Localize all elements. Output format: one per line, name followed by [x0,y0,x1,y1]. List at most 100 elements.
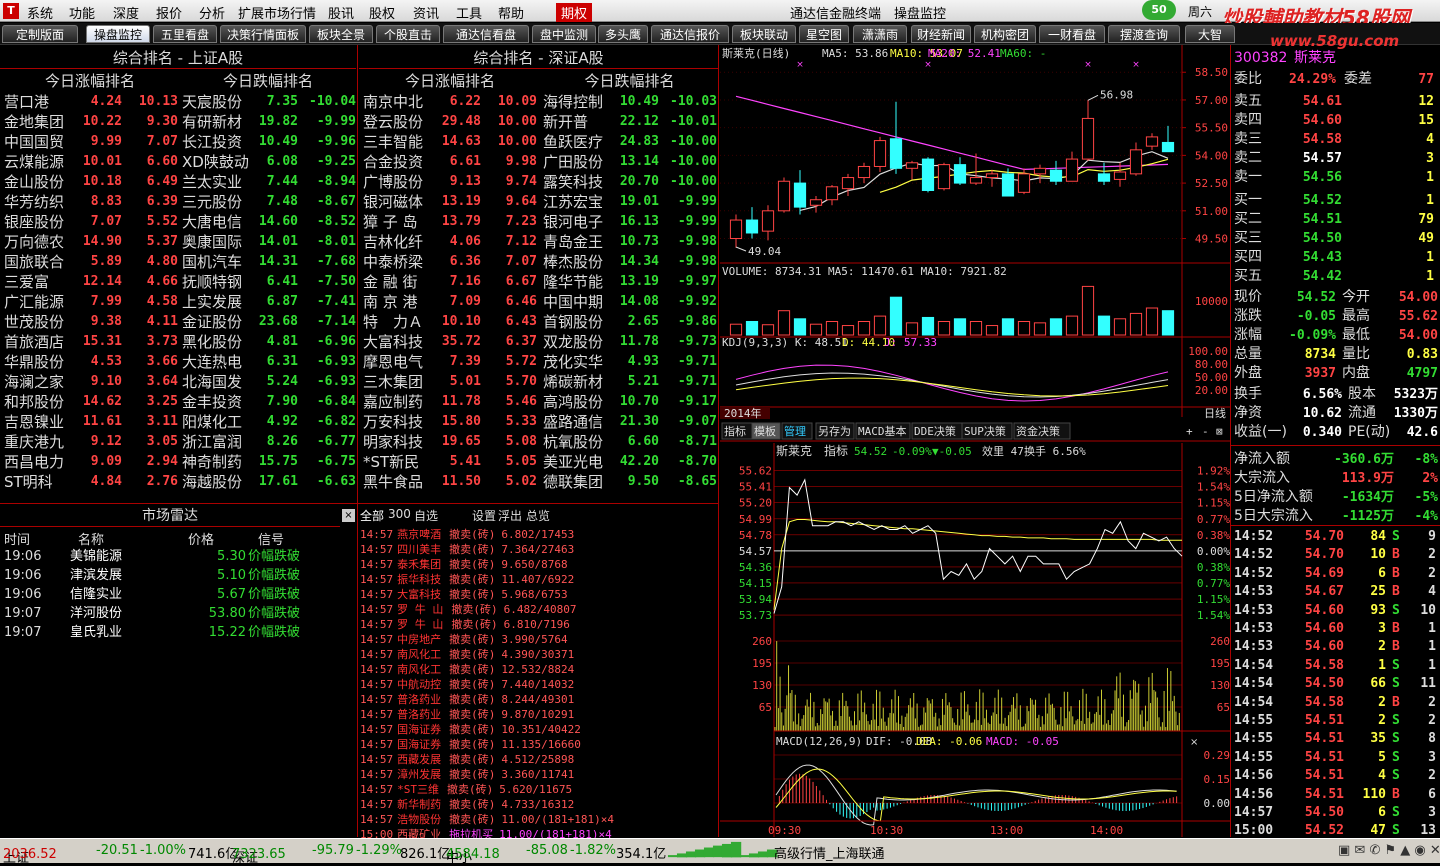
ranking-row[interactable]: 大连热电 6.31 -6.93 [180,352,358,372]
menu-item[interactable]: 扩展市场行情 [238,3,316,22]
menu-item[interactable]: 深度 [113,3,139,22]
ranking-row[interactable]: 广汇能源 7.99 4.58 [0,292,180,312]
ranking-row[interactable]: 海越股份 17.61 -6.63 [180,472,358,492]
ranking-row[interactable]: 中国中期 14.08 -9.92 [541,292,719,312]
ranking-row[interactable]: 海澜之家 9.10 3.64 [0,372,180,392]
ask-row[interactable]: 卖二 54.57 3 [1232,149,1438,168]
ranking-row[interactable]: 棒杰股份 14.34 -9.98 [541,252,719,272]
tape-row[interactable]: 14:57 燕京啤酒 撤卖(砖) 6.802/17453 [360,527,574,542]
tab-12[interactable]: 潇潇雨 [853,25,907,43]
ranking-row[interactable]: 华芳纺织 8.83 6.39 [0,192,180,212]
ask-row[interactable]: 卖一 54.56 1 [1232,168,1438,187]
ranking-row[interactable]: 银座股份 7.07 5.52 [0,212,180,232]
radar-col-time[interactable]: 时间 [4,529,30,548]
ranking-row[interactable]: 德联集团 9.50 -8.65 [541,472,719,492]
ranking-row[interactable]: 南 京 港 7.09 6.46 [359,292,541,312]
ranking-row[interactable]: 嘉应制药 11.78 5.46 [359,392,541,412]
bid-row[interactable]: 买二 54.51 79 [1232,210,1438,229]
ranking-row[interactable]: 江苏宏宝 19.01 -9.99 [541,192,719,212]
tape-row[interactable]: 14:57 中房地产 撤卖(砖) 3.990/5764 [360,632,568,647]
tape-row[interactable]: 14:57 南风化工 撤卖(砖) 4.390/30371 [360,647,574,662]
ranking-row[interactable]: 杭氧股份 6.60 -8.71 [541,432,719,452]
ranking-row[interactable]: 长江投资 10.49 -9.96 [180,132,358,152]
tab-7[interactable]: 盘中监测 [532,25,596,43]
menu-item[interactable]: 股权 [369,3,395,22]
ranking-row[interactable]: 浙江富润 8.26 -6.77 [180,432,358,452]
radar-row[interactable]: 19:07 洋河股份 53.80 价幅跌破 [0,604,357,623]
ranking-row[interactable]: 黑牛食品 11.50 5.02 [359,472,541,492]
ranking-row[interactable]: 中国国贸 9.99 7.07 [0,132,180,152]
ranking-row[interactable]: 上实发展 6.87 -7.41 [180,292,358,312]
bid-row[interactable]: 买三 54.50 49 [1232,229,1438,248]
tape-row[interactable]: 14:57 中航动控 撤卖(砖) 7.440/14032 [360,677,574,692]
ranking-row[interactable]: 双龙股份 11.78 -9.73 [541,332,719,352]
menu-item[interactable]: 分析 [199,3,225,22]
ranking-row[interactable]: 隆华节能 13.19 -9.97 [541,272,719,292]
tape-row[interactable]: 14:57 四川美丰 撤卖(砖) 7.364/27463 [360,542,574,557]
ranking-row[interactable]: 神奇制药 15.75 -6.75 [180,452,358,472]
menu-item[interactable]: 股讯 [328,3,354,22]
ranking-row[interactable]: 首钢股份 2.65 -9.86 [541,312,719,332]
sh-gainers-header[interactable]: 今日涨幅排名 [0,71,180,91]
tab-9[interactable]: 通达信报价 [651,25,729,43]
ranking-row[interactable]: 华鼎股份 4.53 3.66 [0,352,180,372]
ranking-row[interactable]: 阳煤化工 4.92 -6.82 [180,412,358,432]
tape-tab[interactable]: 自选 [414,507,438,524]
tape-row[interactable]: 14:57 南风化工 撤卖(砖) 12.532/8824 [360,662,574,677]
ranking-row[interactable]: 广田股份 13.14 -10.00 [541,152,719,172]
close-icon[interactable]: × [342,509,355,522]
radar-col-price[interactable]: 价格 [188,529,214,548]
ranking-row[interactable]: 营口港 4.24 10.13 [0,92,180,112]
tape-row[interactable]: 14:57 大富科技 撤卖(砖) 5.968/6753 [360,587,568,602]
tape-row[interactable]: 14:57 漳州发展 撤卖(砖) 3.360/11741 [360,767,574,782]
tape-row[interactable]: 14:57 *ST三维 撤卖(砖) 5.620/11675 [360,782,572,797]
ranking-row[interactable]: 茂化实华 4.93 -9.71 [541,352,719,372]
menu-item[interactable]: 报价 [156,3,182,22]
ranking-row[interactable]: 和邦股份 14.62 3.25 [0,392,180,412]
ranking-row[interactable]: 三木集团 5.01 5.70 [359,372,541,392]
ranking-row[interactable]: 盛路通信 21.30 -9.07 [541,412,719,432]
menu-item[interactable]: 功能 [69,3,95,22]
radar-row[interactable]: 19:06 津滨发展 5.10 价幅跌破 [0,566,357,585]
tab-13[interactable]: 财经新闻 [911,25,971,43]
ranking-row[interactable]: 三元股份 7.48 -8.67 [180,192,358,212]
tab-1[interactable]: 操盘监控 [86,25,150,43]
tab-15[interactable]: 一财看盘 [1039,25,1105,43]
ask-row[interactable]: 卖四 54.60 15 [1232,111,1438,130]
menu-item[interactable]: 资讯 [413,3,439,22]
ranking-row[interactable]: 兰太实业 7.44 -8.94 [180,172,358,192]
tab-11[interactable]: 星空图 [799,25,849,43]
tape-row[interactable]: 14:57 普洛药业 撤卖(砖) 8.244/49301 [360,692,574,707]
ranking-row[interactable]: 青岛金王 10.73 -9.98 [541,232,719,252]
tape-row[interactable]: 14:57 罗 牛 山撤卖(砖) 6.810/7196 [360,617,570,632]
ranking-row[interactable]: 特 力Ａ 10.10 6.43 [359,312,541,332]
ranking-row[interactable]: 三丰智能 14.63 10.00 [359,132,541,152]
ranking-row[interactable]: 中泰桥梁 6.36 7.07 [359,252,541,272]
ranking-row[interactable]: 万向德农 14.90 5.37 [0,232,180,252]
ranking-row[interactable]: 金地集团 10.22 9.30 [0,112,180,132]
tab-10[interactable]: 板块联动 [732,25,796,43]
ranking-row[interactable]: 国旅联合 5.89 4.80 [0,252,180,272]
ask-row[interactable]: 卖五 54.61 12 [1232,92,1438,111]
ranking-row[interactable]: 露笑科技 20.70 -10.00 [541,172,719,192]
ranking-row[interactable]: 金 融 街 7.16 6.67 [359,272,541,292]
radar-row[interactable]: 19:07 皇氏乳业 15.22 价幅跌破 [0,623,357,642]
tab-17[interactable]: 大智 [1185,25,1235,43]
tab-6[interactable]: 通达信看盘 [443,25,529,43]
ranking-row[interactable]: 合金投资 6.61 9.98 [359,152,541,172]
chart-area[interactable]: 斯莱克(日线) MA5: 53.86 MA10: 53.07 MA20: 52.41 M… [720,45,1230,837]
tab-14[interactable]: 机构密团 [974,25,1036,43]
ask-row[interactable]: 卖三 54.58 4 [1232,130,1438,149]
ranking-row[interactable]: 银河电子 16.13 -9.99 [541,212,719,232]
ranking-row[interactable]: 新开普 22.12 -10.01 [541,112,719,132]
ranking-row[interactable]: 南京中北 6.22 10.09 [359,92,541,112]
ranking-row[interactable]: 烯碳新材 5.21 -9.71 [541,372,719,392]
ranking-row[interactable]: 大唐电信 14.60 -8.52 [180,212,358,232]
radar-row[interactable]: 19:06 信隆实业 5.67 价幅跌破 [0,585,357,604]
tab-3[interactable]: 决策行情面板 [220,25,306,43]
ranking-row[interactable]: 银河磁体 13.19 9.64 [359,192,541,212]
tape-row[interactable]: 14:57 西藏发展 撤卖(砖) 4.512/25898 [360,752,574,767]
ranking-row[interactable]: XD陕鼓动 6.08 -9.25 [180,152,358,172]
tray-icons[interactable]: ▣ ✉ ✆ ⚑ ▲ ◉ ✕ [1338,843,1440,858]
ranking-row[interactable]: 大富科技 35.72 6.37 [359,332,541,352]
